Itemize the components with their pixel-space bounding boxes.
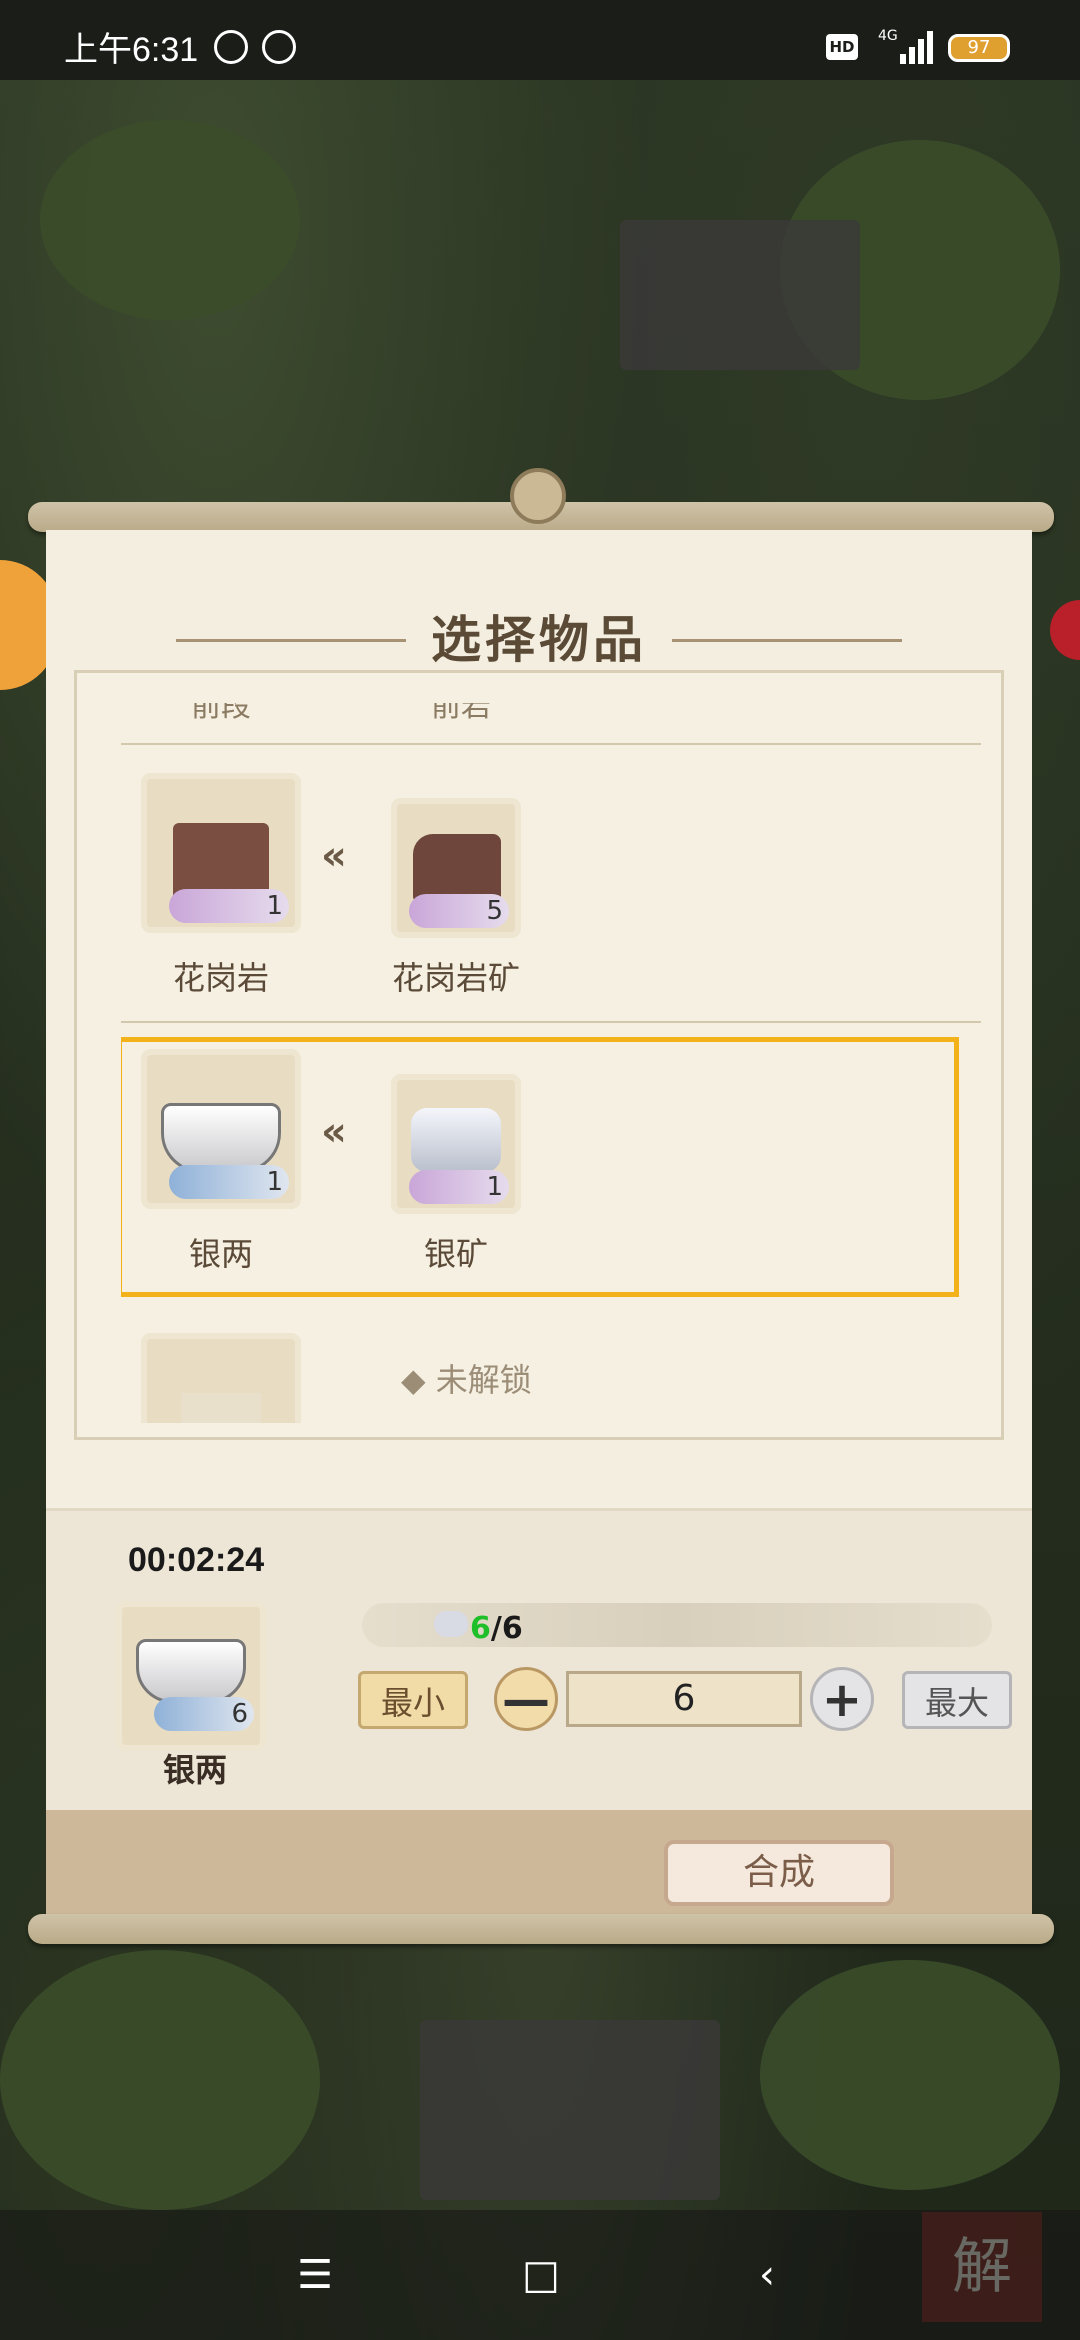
craft-item-name: 银两 (162, 1751, 227, 1789)
min-button[interactable]: 最小 (358, 1671, 468, 1729)
silver-ingot-icon (136, 1639, 246, 1703)
row-divider (121, 743, 981, 745)
plus-button[interactable]: + (810, 1667, 874, 1731)
output-slot-granite[interactable]: 1 (141, 773, 301, 933)
dialog-footer: 合成 (46, 1810, 1032, 1916)
recipe-row-granite[interactable]: 1 « 5 花岗岩 花岗岩矿 (121, 763, 981, 1023)
arrow-left-icon: « (321, 833, 347, 879)
select-item-dialog: 选择物品 前段 前岩 1 « 5 花岗岩 花岗岩矿 1 « 1 银两 银矿 ◆ … (46, 530, 1032, 1916)
bell-muted-icon (214, 30, 248, 64)
locked-label: ◆ 未解锁 (401, 1361, 532, 1399)
battery-icon: 97 (948, 34, 1010, 62)
title-divider-left (176, 639, 406, 642)
recipe-row-silver[interactable]: 1 « 1 银两 银矿 (121, 1039, 981, 1299)
status-bar: 上午6:31 HD 4G 97 (0, 0, 1080, 80)
row-divider (121, 1021, 981, 1023)
quantity-input[interactable]: 6 (566, 1671, 802, 1727)
arrow-left-icon: « (321, 1109, 347, 1155)
locked-item-icon (181, 1393, 261, 1423)
craft-item-count: 6 (154, 1697, 254, 1731)
material-progress: 6/6 (470, 1611, 523, 1646)
cut-label-1: 前段 (191, 703, 251, 724)
back-icon[interactable]: ‹ (742, 2250, 792, 2300)
cut-label-2: 前岩 (431, 703, 491, 724)
input-count: 5 (409, 894, 509, 928)
silver-ingot-icon (161, 1103, 281, 1173)
recipe-list-frame: 前段 前岩 1 « 5 花岗岩 花岗岩矿 1 « 1 银两 银矿 ◆ 未解锁 (74, 670, 1004, 1440)
material-need: /6 (490, 1611, 523, 1646)
silver-ore-small-icon (434, 1611, 468, 1637)
output-name: 银两 (188, 1235, 253, 1273)
material-have: 6 (470, 1611, 491, 1646)
output-count: 1 (169, 1165, 289, 1199)
minus-button[interactable]: — (494, 1667, 558, 1731)
input-name: 花岗岩矿 (391, 959, 520, 997)
craft-section: 00:02:24 6 银两 6/6 最小 — 6 + 最大 (46, 1508, 1032, 1811)
input-slot-granite-ore[interactable]: 5 (391, 798, 521, 938)
synthesize-button[interactable]: 合成 (664, 1840, 894, 1906)
recipe-list[interactable]: 前段 前岩 1 « 5 花岗岩 花岗岩矿 1 « 1 银两 银矿 ◆ 未解锁 (121, 703, 981, 1423)
silver-ore-icon (411, 1108, 501, 1172)
craft-timer: 00:02:24 (128, 1541, 265, 1579)
input-name: 银矿 (423, 1235, 488, 1273)
locked-slot (141, 1333, 301, 1423)
max-button[interactable]: 最大 (902, 1671, 1012, 1729)
input-count: 1 (409, 1170, 509, 1204)
craft-item-slot: 6 (116, 1601, 266, 1751)
output-slot-silver[interactable]: 1 (141, 1049, 301, 1209)
output-name: 花岗岩 (172, 959, 269, 997)
home-icon[interactable]: □ (516, 2250, 566, 2300)
menu-icon[interactable]: ☰ (290, 2250, 340, 2300)
knot-ornament-icon (510, 468, 566, 524)
hd-icon: HD (826, 34, 858, 60)
dialog-title: 选择物品 (431, 611, 647, 669)
recipe-row-locked: ◆ 未解锁 (121, 1323, 981, 1423)
title-divider-right (672, 639, 902, 642)
signal-icon (900, 30, 936, 64)
system-nav-bar: ☰ □ ‹ (0, 2210, 1080, 2340)
network-type: 4G (878, 28, 898, 44)
output-count: 1 (169, 889, 289, 923)
cut-off-row: 前段 前岩 (121, 703, 981, 724)
input-slot-silver-ore[interactable]: 1 (391, 1074, 521, 1214)
status-time: 上午6:31 (64, 31, 199, 69)
scroll-rod-bottom (28, 1914, 1054, 1944)
alarm-icon (262, 30, 296, 64)
